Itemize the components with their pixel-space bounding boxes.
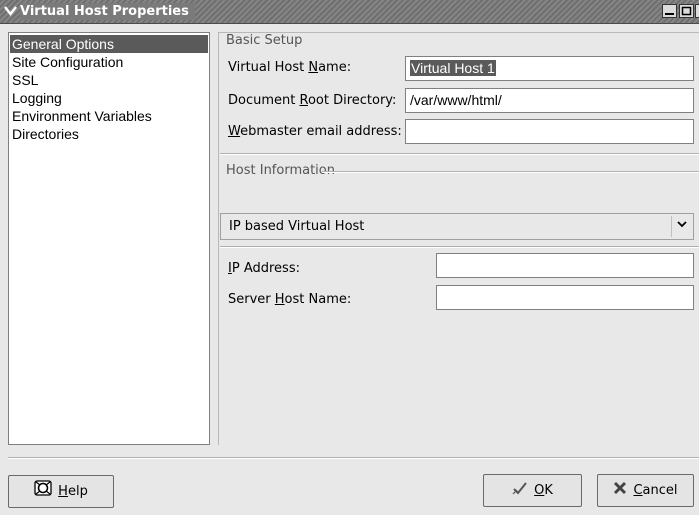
list-item-logging[interactable]: Logging: [10, 89, 208, 107]
vhost-name-input[interactable]: Virtual Host 1: [405, 56, 694, 81]
ok-button[interactable]: OK: [483, 474, 582, 507]
host-type-dropdown[interactable]: IP based Virtual Host: [220, 213, 694, 240]
host-information-heading: Host Information: [224, 163, 337, 179]
webmaster-email-input[interactable]: [405, 119, 694, 144]
category-list[interactable]: General Options Site Configuration SSL L…: [8, 32, 210, 445]
divider: [220, 246, 699, 248]
list-item-directories[interactable]: Directories: [10, 125, 208, 143]
chevron-down-icon[interactable]: [671, 216, 691, 237]
docroot-label: Document Root Directory:: [228, 93, 397, 108]
host-type-selected: IP based Virtual Host: [229, 219, 365, 234]
ip-address-label: IP Address:: [228, 261, 300, 276]
docroot-input[interactable]: /var/www/html/: [405, 88, 694, 113]
vhost-name-label: Virtual Host Name:: [228, 60, 352, 75]
server-host-name-input[interactable]: [436, 285, 694, 310]
minimize-button[interactable]: [662, 4, 677, 18]
divider: [322, 171, 699, 173]
chevron-down-icon[interactable]: [3, 4, 18, 19]
divider: [8, 457, 699, 459]
help-button[interactable]: Help: [8, 475, 114, 508]
divider: [220, 153, 699, 155]
close-button[interactable]: [695, 4, 699, 18]
ip-address-input[interactable]: [436, 253, 694, 278]
list-item-environment-variables[interactable]: Environment Variables: [10, 107, 208, 125]
maximize-button[interactable]: [679, 4, 694, 18]
list-item-general-options[interactable]: General Options: [10, 35, 208, 53]
basic-setup-heading: Basic Setup: [224, 33, 305, 49]
cancel-x-icon: [613, 475, 627, 506]
window-title: Virtual Host Properties: [20, 3, 195, 20]
webmaster-email-label: Webmaster email address:: [228, 124, 402, 139]
list-item-site-configuration[interactable]: Site Configuration: [10, 53, 208, 71]
server-host-name-label: Server Host Name:: [228, 292, 352, 307]
cancel-button[interactable]: Cancel: [597, 474, 694, 507]
help-icon: [34, 476, 52, 507]
checkmark-icon: [512, 475, 528, 506]
list-item-ssl[interactable]: SSL: [10, 71, 208, 89]
